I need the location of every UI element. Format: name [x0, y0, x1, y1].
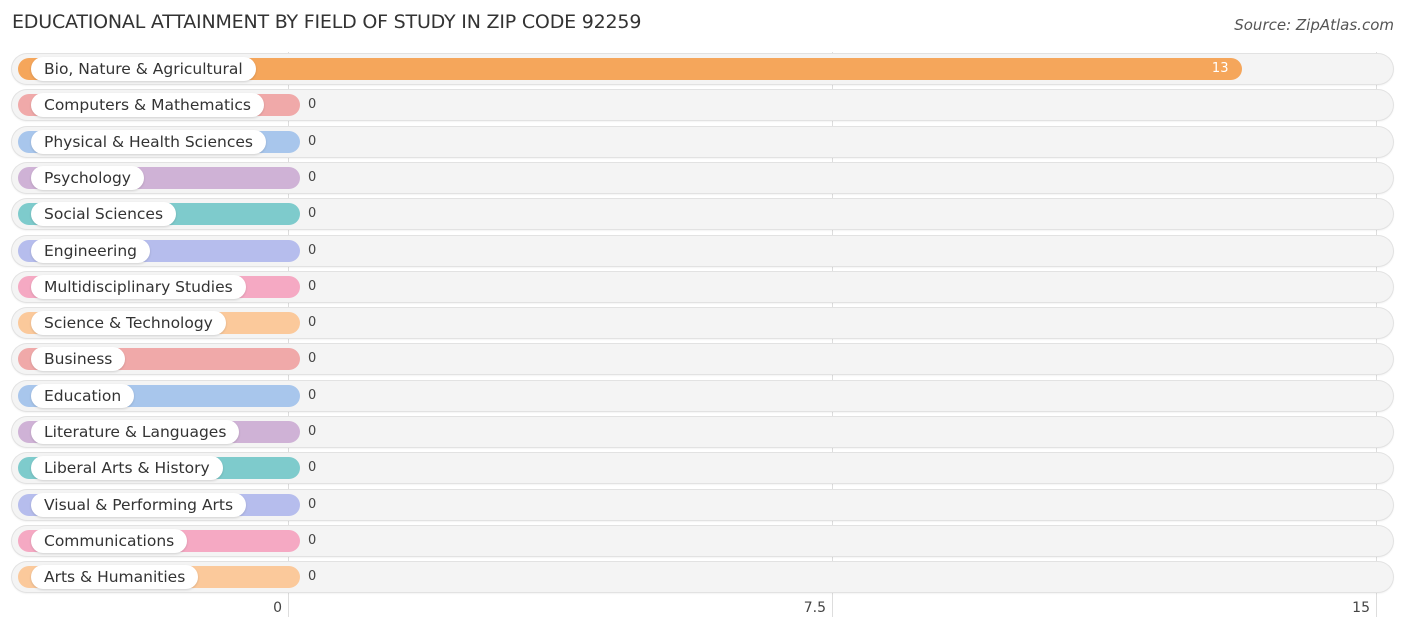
- category-label: Science & Technology: [31, 311, 226, 335]
- category-label: Physical & Health Sciences: [31, 130, 266, 154]
- value-label: 0: [308, 569, 317, 584]
- bar-row: Multidisciplinary Studies 0: [12, 272, 1393, 302]
- value-label: 0: [308, 424, 317, 439]
- value-label: 0: [308, 134, 317, 149]
- value-label: 0: [308, 97, 317, 112]
- category-label: Arts & Humanities: [31, 565, 199, 589]
- category-label: Literature & Languages: [31, 420, 240, 444]
- bar-row: Physical & Health Sciences 0: [12, 127, 1393, 157]
- value-label: 0: [308, 351, 317, 366]
- category-label: Computers & Mathematics: [31, 93, 264, 117]
- category-label: Communications: [31, 529, 188, 553]
- bar-row: Business 0: [12, 344, 1393, 374]
- value-label: 13: [1211, 61, 1229, 76]
- category-label: Business: [31, 347, 126, 371]
- bar-row: Education 0: [12, 381, 1393, 411]
- category-label: Engineering: [31, 239, 150, 263]
- x-tick-label: 7.5: [803, 600, 826, 616]
- value-label: 0: [308, 315, 317, 330]
- x-tick-label: 15: [1352, 600, 1370, 616]
- bar-row: Literature & Languages 0: [12, 417, 1393, 447]
- value-label: 0: [308, 243, 317, 258]
- value-label: 0: [308, 170, 317, 185]
- value-label: 0: [308, 497, 317, 512]
- value-label: 0: [308, 533, 317, 548]
- category-label: Bio, Nature & Agricultural: [31, 57, 256, 81]
- bar-row: Visual & Performing Arts 0: [12, 490, 1393, 520]
- category-label: Visual & Performing Arts: [31, 493, 247, 517]
- value-label: 0: [308, 206, 317, 221]
- category-label: Liberal Arts & History: [31, 456, 223, 480]
- value-label: 0: [308, 460, 317, 475]
- bar-row: Communications 0: [12, 526, 1393, 556]
- bar-row: Psychology 0: [12, 163, 1393, 193]
- value-label: 0: [308, 279, 317, 294]
- value-label: 0: [308, 388, 317, 403]
- category-label: Education: [31, 384, 135, 408]
- bar-row: Arts & Humanities 0: [12, 562, 1393, 592]
- category-label: Social Sciences: [31, 202, 177, 226]
- x-tick-label: 0: [273, 600, 282, 616]
- bar-row: Bio, Nature & Agricultural 13: [12, 54, 1393, 84]
- category-label: Psychology: [31, 166, 144, 190]
- category-label: Multidisciplinary Studies: [31, 275, 246, 299]
- bar-row: Engineering 0: [12, 236, 1393, 266]
- bar-chart: Bio, Nature & Agricultural 13 Computers & …: [0, 0, 1406, 632]
- bar-row: Liberal Arts & History 0: [12, 453, 1393, 483]
- bar-row: Computers & Mathematics 0: [12, 90, 1393, 120]
- bar-row: Science & Technology 0: [12, 308, 1393, 338]
- bar-row: Social Sciences 0: [12, 199, 1393, 229]
